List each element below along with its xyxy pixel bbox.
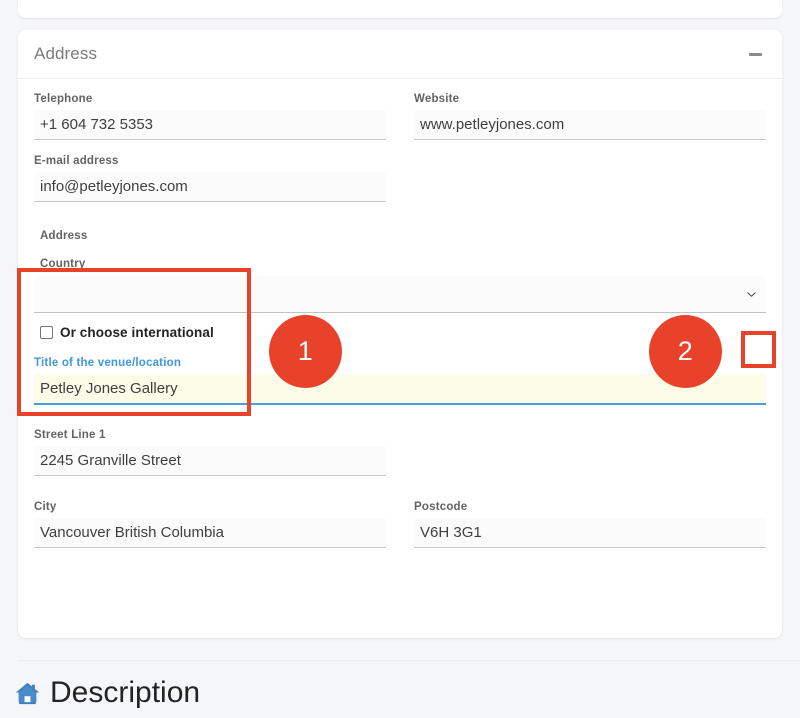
- email-label: E-mail address: [34, 155, 119, 167]
- previous-section-card: [18, 0, 782, 18]
- address-card-header: Address: [18, 30, 782, 79]
- street-column: Street Line 1: [34, 429, 386, 491]
- city-label: City: [34, 501, 57, 513]
- telephone-label: Telephone: [34, 93, 93, 105]
- street-row-spacer: [414, 429, 766, 491]
- annotation-marker-2: 2: [649, 315, 722, 388]
- country-select[interactable]: [34, 276, 766, 313]
- website-input[interactable]: [414, 110, 766, 140]
- city-input[interactable]: [34, 518, 386, 548]
- minus-icon[interactable]: [746, 45, 764, 63]
- street-row: Street Line 1: [34, 429, 766, 491]
- street-line-1-field: Street Line 1: [34, 429, 386, 476]
- postcode-column: Postcode: [414, 501, 766, 563]
- email-field: E-mail address: [34, 155, 386, 202]
- contact-row: Telephone Website: [34, 93, 766, 155]
- page-root: Address Telephone Website: [0, 0, 800, 718]
- email-row: E-mail address: [34, 155, 766, 217]
- description-section-title: Description: [50, 676, 201, 709]
- city-postcode-row: City Postcode: [34, 501, 766, 563]
- minus-icon-bar: [748, 52, 762, 56]
- street-line-1-input[interactable]: [34, 446, 386, 476]
- telephone-field: Telephone: [34, 93, 386, 140]
- city-field: City: [34, 501, 386, 548]
- telephone-input[interactable]: [34, 110, 386, 140]
- address-country-block: Address Country Or choose international: [34, 230, 766, 340]
- card-title: Address: [34, 44, 98, 63]
- street-line-1-label: Street Line 1: [34, 429, 106, 441]
- email-input[interactable]: [34, 172, 386, 202]
- address-subheading: Address: [40, 230, 88, 242]
- international-checkbox-label: Or choose international: [60, 325, 214, 340]
- telephone-column: Telephone: [34, 93, 386, 155]
- city-column: City: [34, 501, 386, 563]
- website-column: Website: [414, 93, 766, 155]
- website-field: Website: [414, 93, 766, 140]
- country-label: Country: [40, 258, 86, 270]
- home-icon: [14, 680, 41, 707]
- international-checkbox[interactable]: [40, 326, 53, 339]
- postcode-field: Postcode: [414, 501, 766, 548]
- description-section-heading: Description: [14, 678, 200, 708]
- venue-title-input[interactable]: [34, 374, 766, 405]
- postcode-input[interactable]: [414, 518, 766, 548]
- website-label: Website: [414, 93, 460, 105]
- chevron-down-icon[interactable]: [744, 287, 758, 301]
- email-column: E-mail address: [34, 155, 386, 217]
- postcode-label: Postcode: [414, 501, 468, 513]
- section-divider: [18, 660, 800, 661]
- email-row-spacer: [414, 155, 766, 217]
- annotation-marker-1: 1: [269, 315, 342, 388]
